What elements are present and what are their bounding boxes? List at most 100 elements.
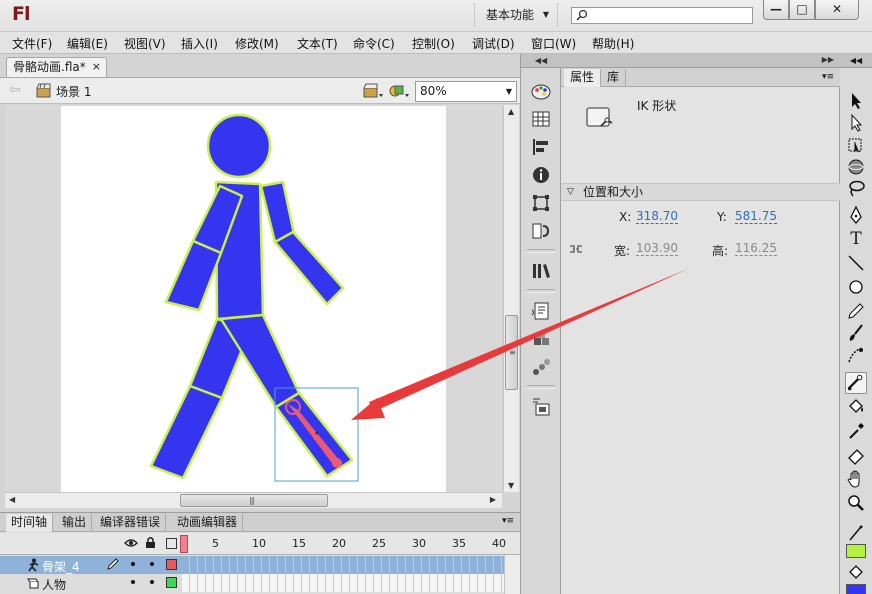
frame-cells[interactable] (182, 556, 504, 574)
y-value[interactable]: 581.75 (735, 210, 777, 224)
subselection-tool-icon[interactable] (845, 112, 867, 134)
scroll-up-icon[interactable]: ▲ (508, 107, 514, 116)
collapse-icon[interactable]: ◀◀ (840, 54, 872, 68)
figure-right-forearm[interactable] (273, 230, 345, 306)
section-position-size[interactable]: ▽ 位置和大小 (561, 183, 840, 201)
layer-row[interactable]: 骨架_4 (0, 556, 520, 574)
library-icon[interactable] (530, 260, 552, 282)
workspace-switcher[interactable]: 基本功能 ▼ (474, 3, 558, 27)
color-panel-icon[interactable] (530, 80, 552, 102)
visibility-dot[interactable] (131, 580, 135, 584)
hand-tool-icon[interactable] (845, 468, 867, 490)
eye-icon[interactable] (124, 537, 138, 549)
align-icon[interactable] (530, 136, 552, 158)
pencil-tool-icon[interactable] (845, 300, 867, 322)
bone-tool-icon[interactable] (845, 372, 867, 394)
fill-color-icon[interactable] (845, 562, 867, 584)
lock-icon[interactable] (145, 536, 156, 549)
x-value[interactable]: 318.70 (636, 210, 678, 224)
tab-output[interactable]: 输出 (57, 514, 93, 532)
selection-tool-icon[interactable] (845, 90, 867, 112)
layer-name[interactable]: 骨架_4 (42, 558, 80, 575)
stroke-color-icon[interactable] (845, 522, 867, 544)
zoom-select[interactable]: 80% ▼ (415, 81, 517, 102)
figure-left-shin[interactable] (149, 384, 224, 480)
deco-tool-icon[interactable] (845, 344, 867, 366)
scroll-left-icon[interactable]: ◀ (9, 495, 15, 504)
menu-insert[interactable]: 插入(I) (181, 35, 218, 52)
eraser-tool-icon[interactable] (845, 444, 867, 466)
minimize-button[interactable]: — (763, 0, 789, 20)
scroll-thumb[interactable]: ≡ (505, 315, 518, 390)
close-tab-icon[interactable]: × (92, 58, 101, 76)
timeline-scrollbar[interactable] (504, 555, 520, 594)
back-arrow-icon[interactable]: ⇦ (9, 82, 21, 98)
scroll-down-icon[interactable]: ▼ (508, 481, 514, 490)
components-icon[interactable] (530, 328, 552, 350)
scroll-thumb[interactable]: ||| (180, 494, 328, 507)
figure-left-forearm[interactable] (164, 239, 223, 312)
edit-symbols-icon[interactable] (388, 82, 410, 100)
visibility-dot[interactable] (131, 562, 135, 566)
document-tab[interactable]: 骨骼动画.fla* × (6, 57, 107, 77)
paint-bucket-tool-icon[interactable] (845, 396, 867, 418)
eyedropper-tool-icon[interactable] (845, 420, 867, 442)
vertical-scrollbar[interactable]: ▲ ≡ ▼ (503, 105, 519, 492)
stick-figure[interactable] (61, 106, 446, 492)
oval-tool-icon[interactable] (845, 276, 867, 298)
motion-presets-icon[interactable] (530, 356, 552, 378)
menu-file[interactable]: 文件(F) (12, 35, 52, 52)
frame-ruler[interactable]: 1 5 10 15 20 25 30 35 40 (180, 533, 520, 555)
tab-compiler-errors[interactable]: 编译器错误 (95, 514, 167, 532)
lock-dot[interactable] (150, 562, 154, 566)
brush-tool-icon[interactable] (845, 322, 867, 344)
layer-color-swatch[interactable] (166, 577, 177, 588)
menu-window[interactable]: 窗口(W) (531, 35, 576, 52)
text-tool-icon[interactable]: T (845, 228, 867, 250)
menu-view[interactable]: 视图(V) (124, 35, 166, 52)
figure-head[interactable] (206, 113, 272, 179)
actions-icon[interactable] (530, 300, 552, 322)
lock-dot[interactable] (150, 580, 154, 584)
menu-edit[interactable]: 编辑(E) (67, 35, 108, 52)
collapse-icon[interactable]: ▶▶ (822, 55, 834, 64)
menu-debug[interactable]: 调试(D) (472, 35, 515, 52)
menu-text[interactable]: 文本(T) (297, 35, 338, 52)
info-icon[interactable] (530, 164, 552, 186)
line-tool-icon[interactable] (845, 252, 867, 274)
playhead[interactable] (180, 535, 188, 553)
menu-control[interactable]: 控制(O) (412, 35, 455, 52)
layer-row[interactable]: 人物 (0, 574, 520, 592)
search-input[interactable] (571, 7, 753, 24)
panel-menu-icon[interactable]: ▾≡ (502, 516, 514, 526)
tab-timeline[interactable]: 时间轴 (6, 514, 54, 532)
edit-scene-icon[interactable] (362, 82, 384, 100)
outline-icon[interactable] (166, 538, 177, 549)
swatches-icon[interactable] (530, 108, 552, 130)
menu-modify[interactable]: 修改(M) (235, 35, 279, 52)
collapse-icon[interactable]: ◀◀ (521, 54, 561, 68)
link-icon[interactable] (569, 243, 583, 255)
close-button[interactable]: ✕ (815, 0, 859, 20)
menu-help[interactable]: 帮助(H) (592, 35, 634, 52)
lasso-tool-icon[interactable] (845, 178, 867, 200)
stroke-color-swatch[interactable] (846, 544, 866, 558)
code-snippets-icon[interactable] (530, 220, 552, 242)
pasteboard[interactable] (5, 105, 502, 492)
horizontal-scrollbar[interactable]: ◀ ||| ▶ (5, 492, 502, 508)
maximize-button[interactable]: □ (789, 0, 815, 20)
tab-motion-editor[interactable]: 动画编辑器 (172, 514, 244, 532)
scroll-right-icon[interactable]: ▶ (490, 495, 496, 504)
layer-color-swatch[interactable] (166, 559, 177, 570)
stage[interactable] (61, 106, 446, 492)
zoom-tool-icon[interactable] (845, 492, 867, 514)
menu-commands[interactable]: 命令(C) (353, 35, 395, 52)
pen-tool-icon[interactable] (845, 204, 867, 226)
tab-library[interactable]: 库 (601, 69, 627, 87)
tab-properties[interactable]: 属性 (564, 69, 602, 87)
free-transform-tool-icon[interactable] (845, 134, 867, 156)
layer-name[interactable]: 人物 (42, 576, 66, 593)
panel-menu-icon[interactable]: ▾≡ (822, 72, 834, 82)
fill-color-swatch[interactable] (846, 584, 866, 594)
3d-rotation-tool-icon[interactable] (845, 156, 867, 178)
